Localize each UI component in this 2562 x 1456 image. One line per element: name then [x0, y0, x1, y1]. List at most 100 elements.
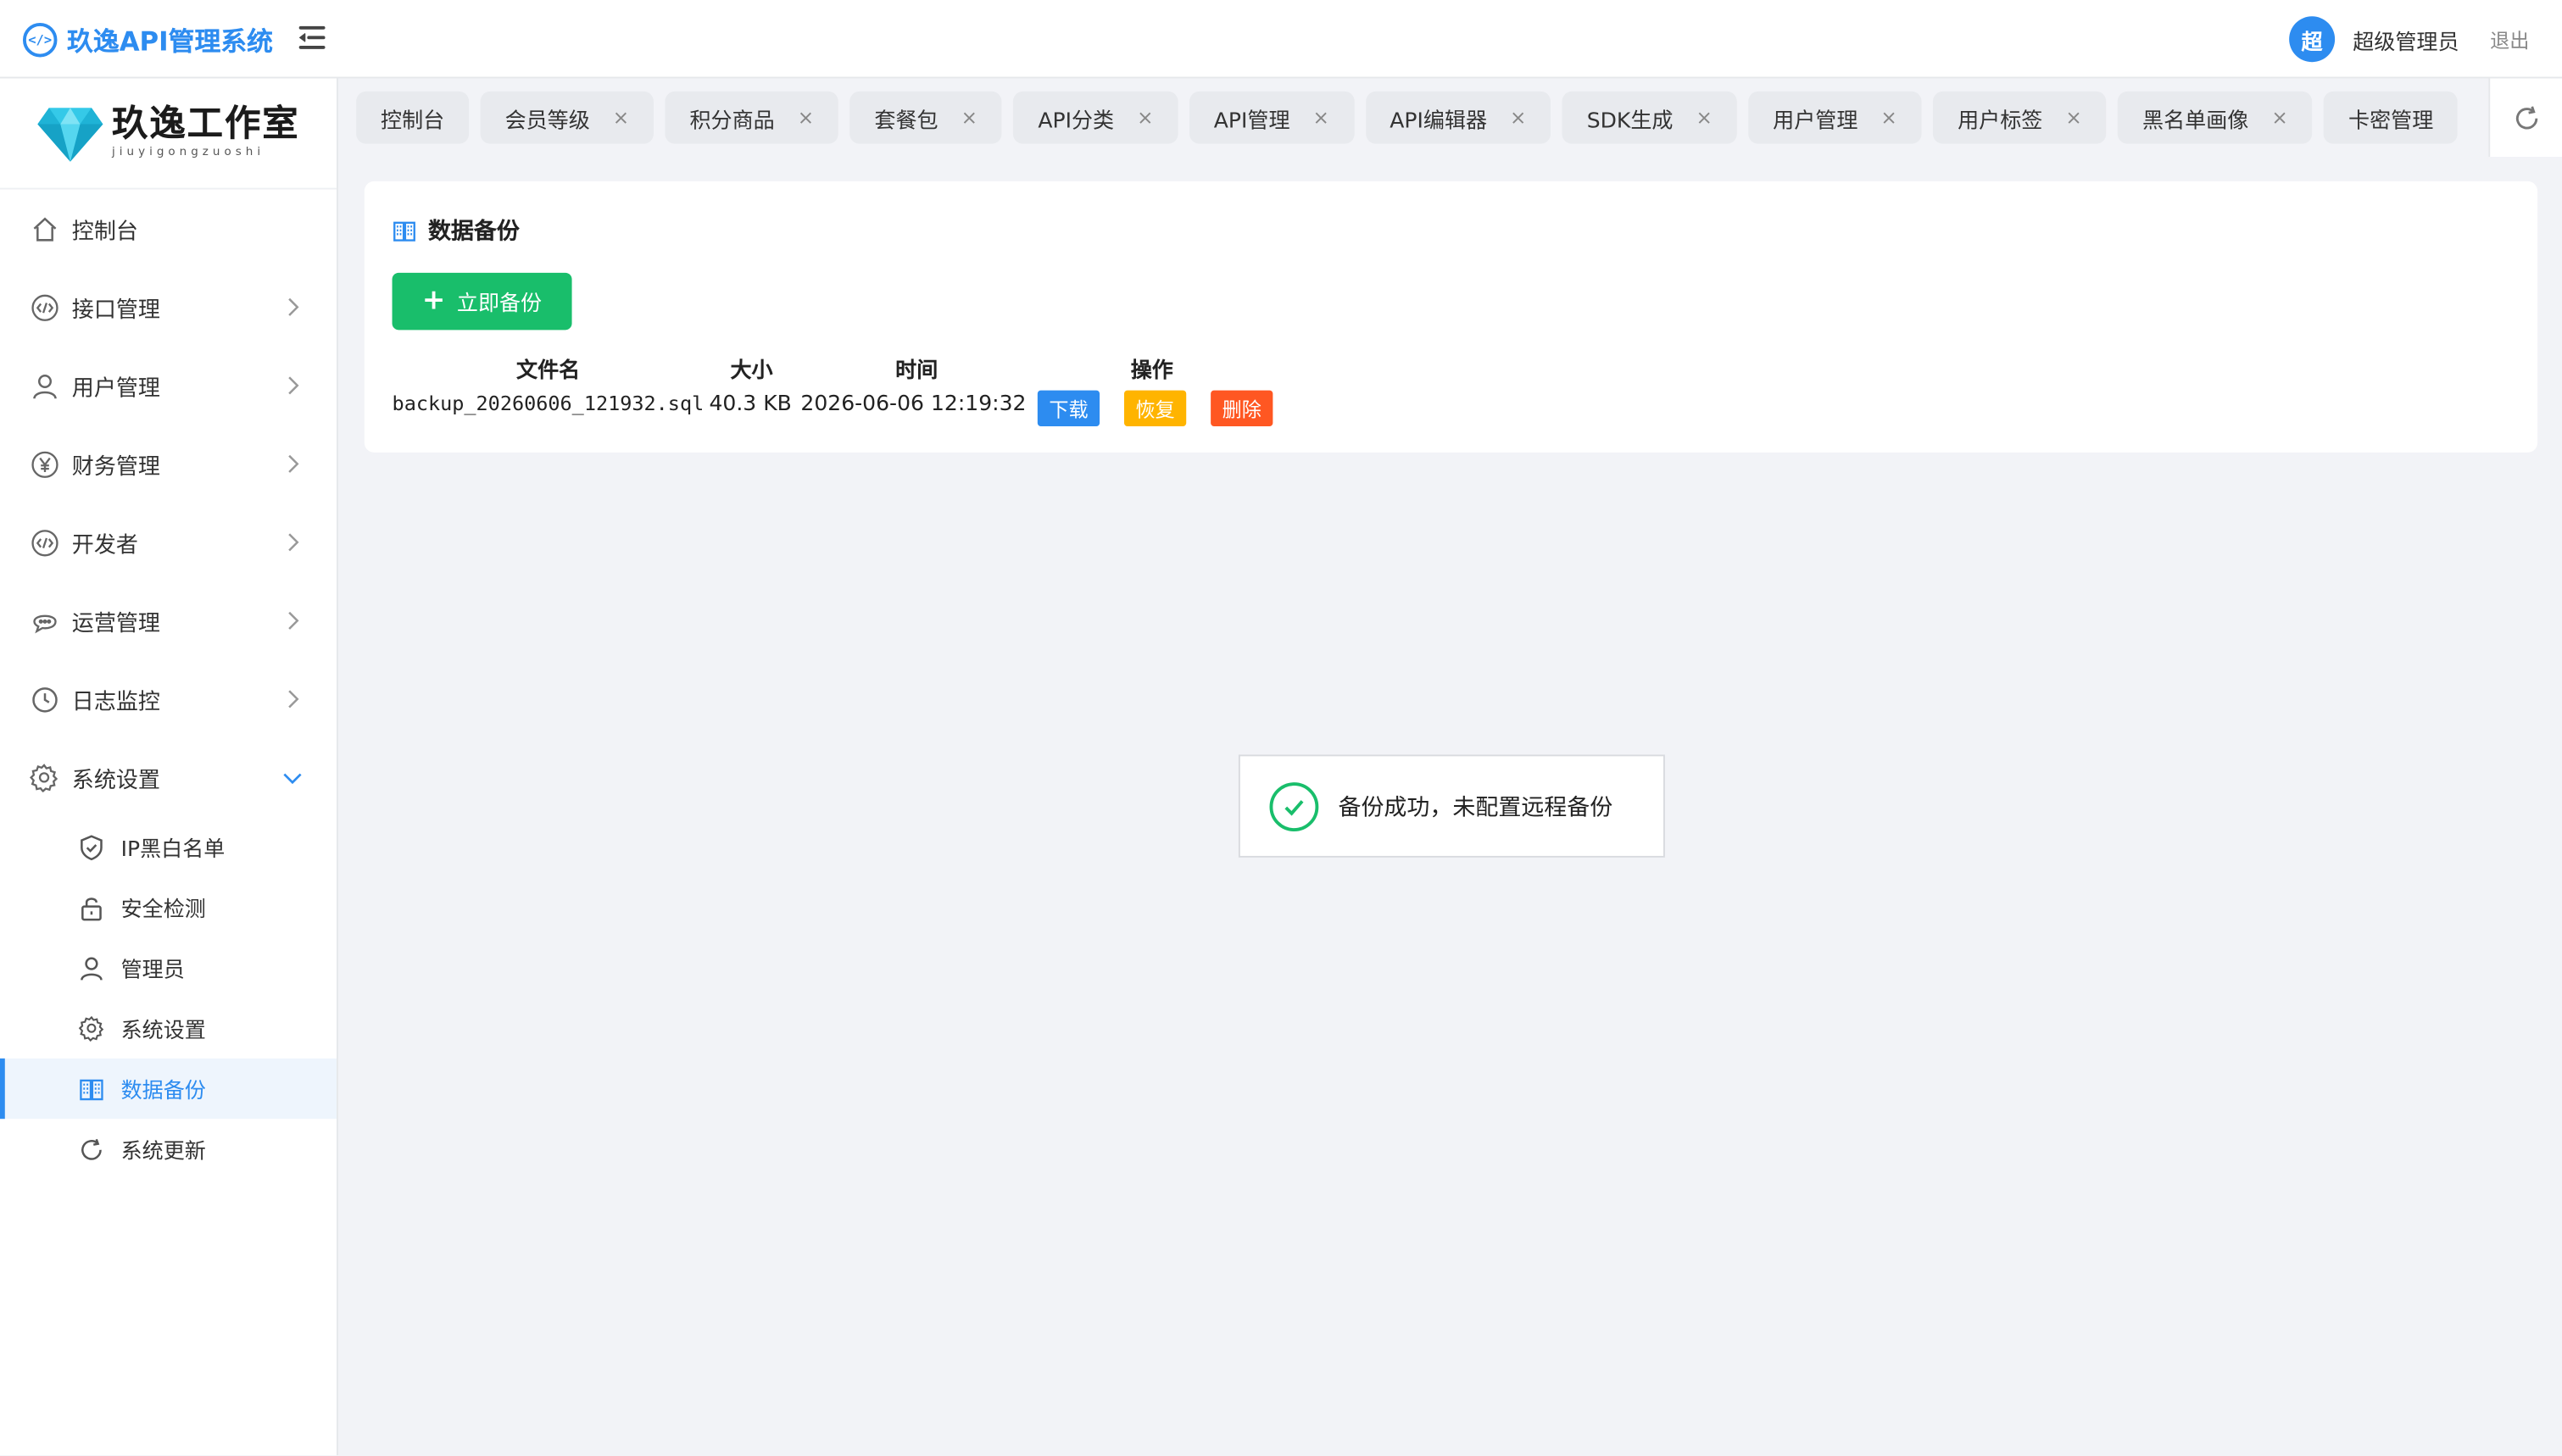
success-toast: 备份成功，未配置远程备份 — [1238, 754, 1665, 858]
close-icon[interactable]: × — [1696, 106, 1712, 129]
sidebar-item-label: 控制台 — [71, 219, 138, 246]
close-icon[interactable]: × — [2065, 106, 2081, 129]
app-brand[interactable]: </> 玖逸API管理系统 — [22, 19, 274, 58]
sidebar-subitem-ip-list[interactable]: IP黑白名单 — [0, 817, 337, 877]
card-title: 数据备份 — [393, 214, 520, 247]
tab[interactable]: API编辑器 × — [1365, 91, 1551, 144]
tab-label: API分类 — [1038, 108, 1115, 134]
sidebar-subitem-label: IP黑白名单 — [120, 837, 226, 863]
sidebar-subitem-security[interactable]: 安全检测 — [0, 877, 337, 937]
shield-icon — [79, 834, 105, 860]
tab-label: 控制台 — [381, 108, 445, 134]
sidebar: 玖逸工作室 jiuyigongzuoshi 控制台 接口管理 用户管理 财务管理… — [0, 78, 338, 1456]
sidebar-item-system-settings[interactable]: 系统设置 — [0, 738, 337, 817]
sidebar-item-label: 日志监控 — [71, 689, 160, 716]
refresh-tabs-button[interactable] — [2488, 78, 2562, 158]
column-header-size: 大小 — [730, 359, 773, 384]
avatar[interactable]: 超 — [2289, 16, 2336, 63]
sidebar-subitem-label: 系统更新 — [120, 1140, 206, 1165]
sidebar-item-api[interactable]: 接口管理 — [0, 268, 337, 347]
chevron-right-icon — [288, 690, 299, 709]
tab-label: 积分商品 — [689, 108, 775, 134]
sidebar-logo[interactable]: 玖逸工作室 jiuyigongzuoshi — [0, 79, 337, 190]
close-icon[interactable]: × — [1510, 106, 1526, 129]
restore-button[interactable]: 恢复 — [1123, 390, 1187, 427]
toast-message: 备份成功，未配置远程备份 — [1338, 794, 1613, 821]
username[interactable]: 超级管理员 — [2353, 24, 2459, 55]
logout-link[interactable]: 退出 — [2490, 25, 2529, 53]
tab[interactable]: 黑名单画像 × — [2118, 91, 2313, 144]
close-icon[interactable]: × — [798, 106, 814, 129]
tab[interactable]: 卡密管理 — [2324, 91, 2459, 144]
home-icon — [30, 214, 59, 243]
sidebar-subitem-label: 管理员 — [120, 959, 185, 984]
sidebar-subitem-admins[interactable]: 管理员 — [0, 937, 337, 998]
refresh-icon — [2515, 105, 2537, 129]
close-icon[interactable]: × — [1313, 106, 1329, 129]
logo-text: 玖逸工作室 — [111, 104, 300, 146]
user-icon — [30, 370, 59, 400]
logo-subtext: jiuyigongzuoshi — [111, 145, 265, 158]
diamond-logo-icon — [36, 103, 105, 162]
sidebar-subitem-settings[interactable]: 系统设置 — [0, 998, 337, 1059]
sidebar-item-label: 系统设置 — [71, 767, 160, 794]
refresh-icon — [79, 1136, 105, 1162]
close-icon[interactable]: × — [613, 106, 629, 129]
book-icon — [79, 1075, 105, 1102]
tab[interactable]: 用户标签 × — [1933, 91, 2107, 144]
user-icon — [79, 955, 105, 981]
sidebar-item-logs[interactable]: 日志监控 — [0, 660, 337, 739]
tab-label: 卡密管理 — [2348, 108, 2434, 134]
app-title: 玖逸API管理系统 — [67, 25, 274, 58]
code-brackets-icon: </> — [22, 22, 58, 57]
chevron-right-icon — [288, 297, 299, 316]
tab-label: 会员等级 — [504, 108, 590, 134]
sidebar-item-label: 财务管理 — [71, 453, 160, 481]
gear-icon — [30, 763, 59, 792]
tab[interactable]: 控制台 — [356, 91, 470, 144]
download-button[interactable]: 下载 — [1037, 390, 1100, 427]
sidebar-item-users[interactable]: 用户管理 — [0, 347, 337, 425]
sidebar-item-finance[interactable]: 财务管理 — [0, 425, 337, 503]
sidebar-subitem-label: 系统设置 — [120, 1019, 206, 1044]
sidebar-subitem-label: 安全检测 — [120, 898, 206, 923]
column-header-time: 时间 — [895, 359, 938, 384]
sidebar-item-label: 开发者 — [71, 532, 138, 559]
tabs-list: 控制台 会员等级 × 积分商品 × 套餐包 × API分类 × API管理 × API编辑器 × SDK生… — [356, 91, 2470, 144]
chevron-right-icon — [288, 611, 299, 630]
tab-label: API管理 — [1213, 108, 1290, 134]
code-icon — [30, 292, 59, 322]
sidebar-item-dashboard[interactable]: 控制台 — [0, 190, 337, 269]
plus-icon: + — [421, 284, 446, 317]
tab[interactable]: 套餐包 × — [849, 91, 1002, 144]
sidebar-subitem-data-backup[interactable]: 数据备份 — [0, 1058, 337, 1120]
close-icon[interactable]: × — [1137, 106, 1153, 129]
clock-icon — [30, 685, 59, 714]
sidebar-item-operations[interactable]: 运营管理 — [0, 581, 337, 660]
sidebar-subitem-update[interactable]: 系统更新 — [0, 1119, 337, 1179]
collapse-menu-icon[interactable] — [298, 23, 329, 53]
yen-icon — [30, 449, 59, 479]
backup-now-label: 立即备份 — [456, 292, 543, 317]
tab[interactable]: 会员等级 × — [480, 91, 654, 144]
close-icon[interactable]: × — [2271, 106, 2287, 129]
tab[interactable]: SDK生成 × — [1562, 91, 1737, 144]
chevron-down-icon — [283, 773, 302, 785]
tab[interactable]: API管理 × — [1189, 91, 1354, 144]
check-circle-icon — [1269, 781, 1319, 831]
user-area: 超 超级管理员 退出 — [2289, 0, 2562, 79]
tab-label: 用户管理 — [1773, 108, 1858, 134]
sidebar-item-developer[interactable]: 开发者 — [0, 503, 337, 582]
column-header-filename: 文件名 — [516, 359, 581, 384]
close-icon[interactable]: × — [961, 106, 977, 129]
close-icon[interactable]: × — [1880, 106, 1896, 129]
delete-button[interactable]: 删除 — [1211, 390, 1273, 427]
tab[interactable]: 用户管理 × — [1748, 91, 1922, 144]
backup-now-button[interactable]: + 立即备份 — [392, 272, 572, 331]
sidebar-item-label: 用户管理 — [71, 375, 160, 403]
tab[interactable]: 积分商品 × — [665, 91, 839, 144]
tab[interactable]: API分类 × — [1013, 91, 1178, 144]
backup-filename: backup_20260606_121932.sql — [392, 392, 705, 415]
card-title-text: 数据备份 — [427, 219, 520, 246]
column-header-actions: 操作 — [1130, 359, 1173, 384]
